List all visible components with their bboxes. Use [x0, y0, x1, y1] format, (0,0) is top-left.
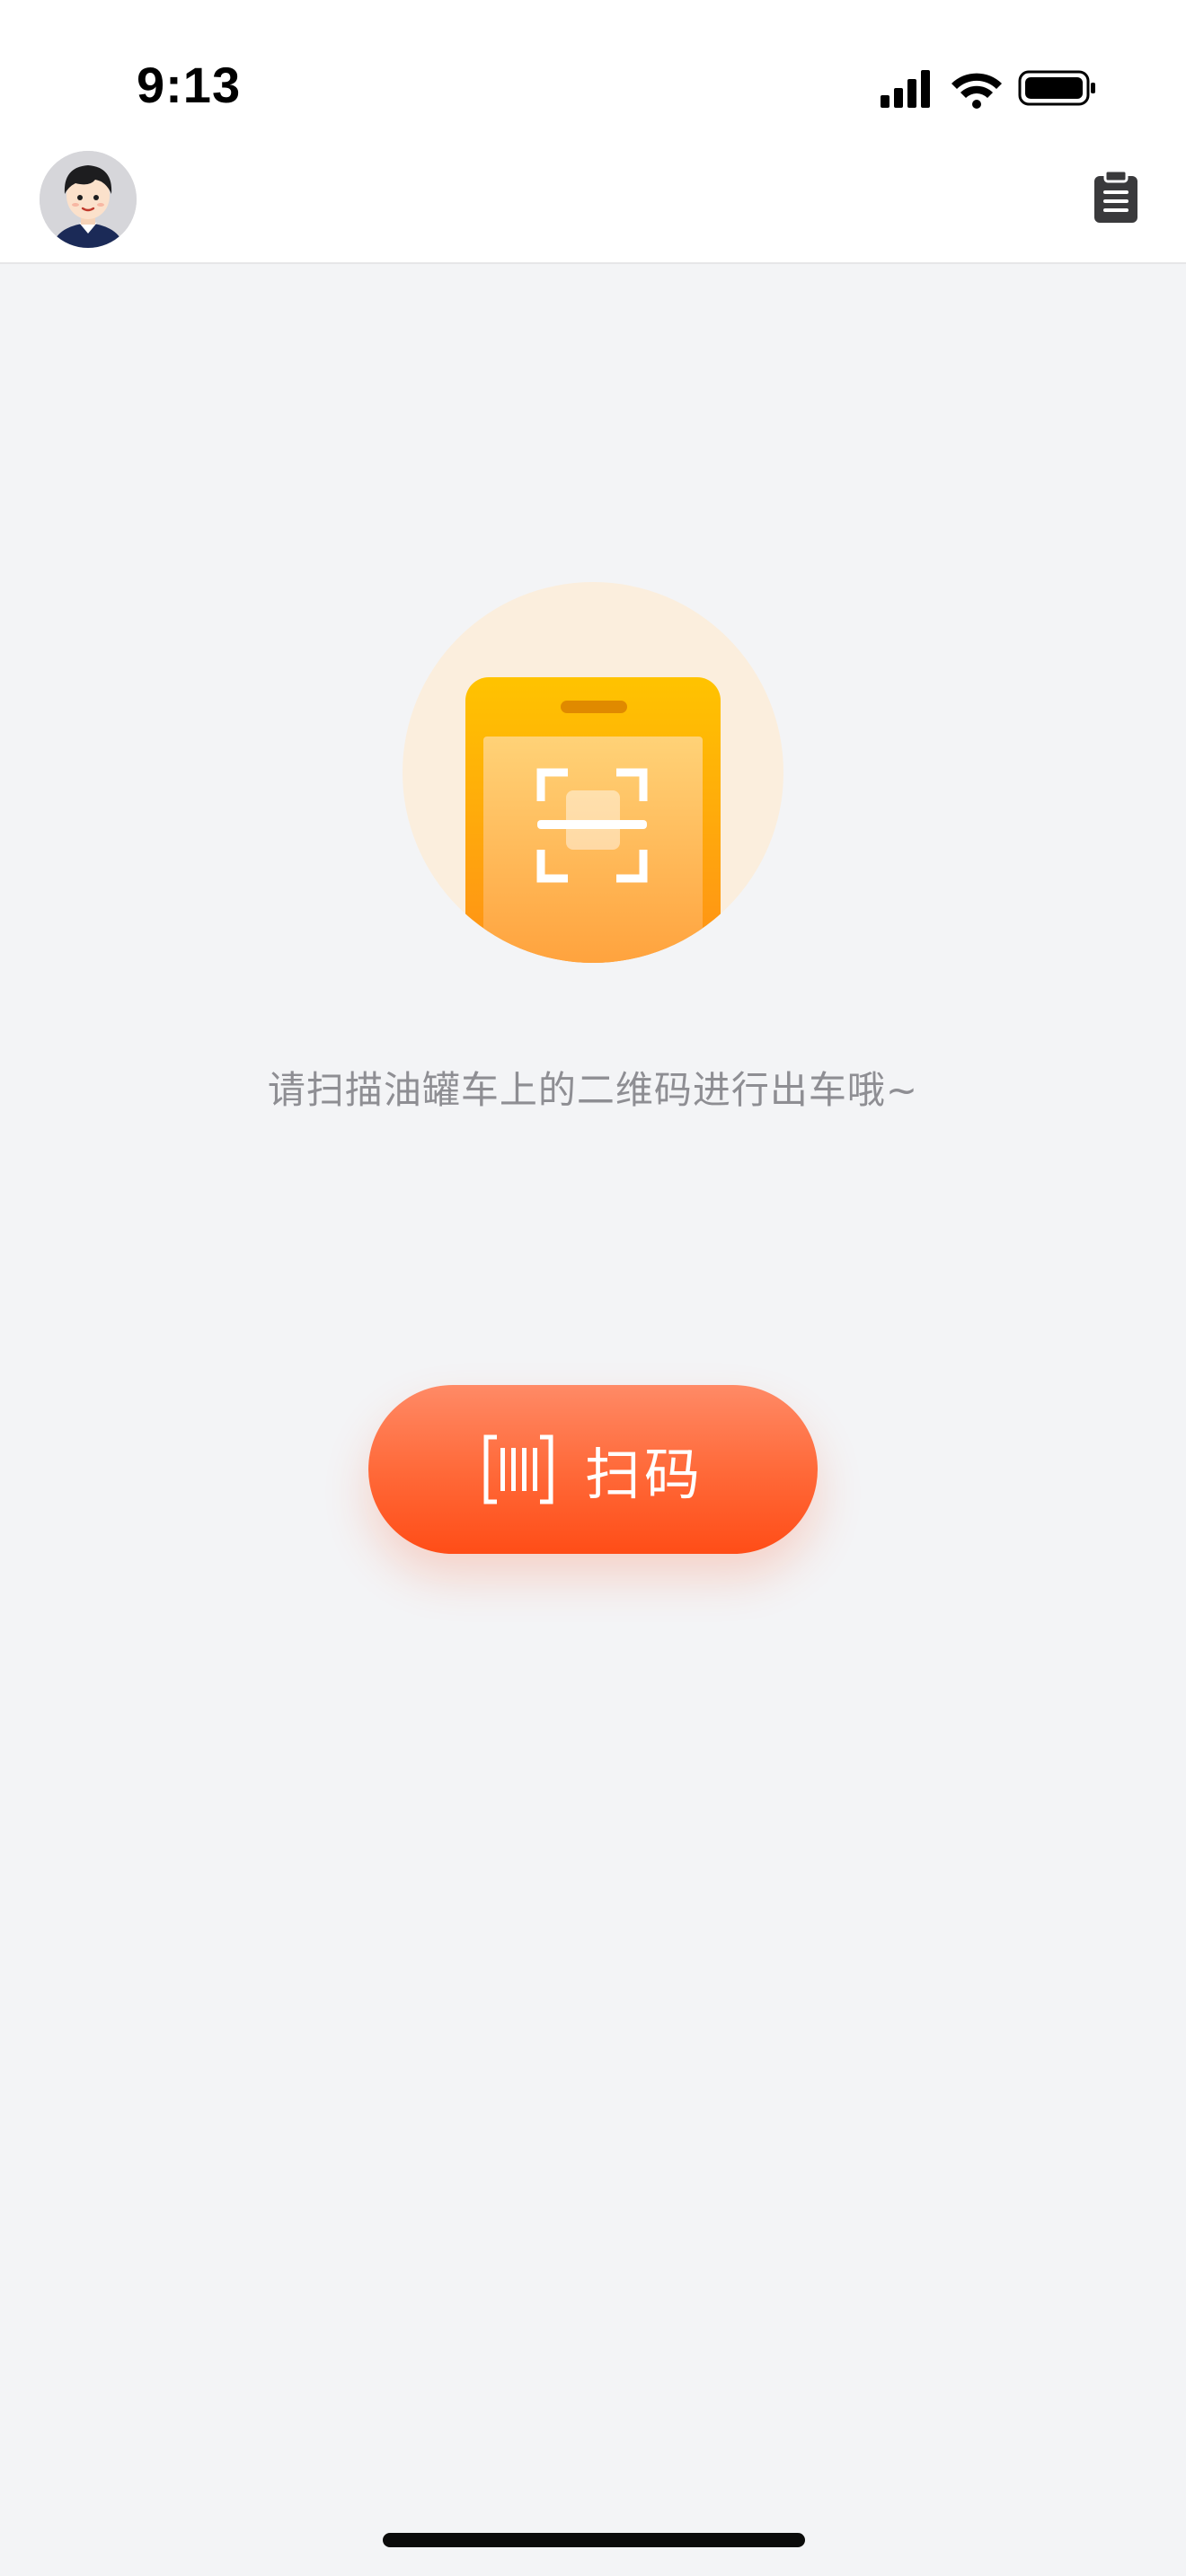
phone-scan-icon	[403, 582, 783, 963]
scan-hint-text: 请扫描油罐车上的二维码进行出车哦~	[267, 1068, 919, 1112]
top-bar: 9:13	[0, 0, 1186, 264]
cellular-signal-icon	[881, 70, 930, 108]
status-icons	[881, 70, 1095, 109]
scan-button-label: 扫码	[584, 1442, 704, 1507]
user-avatar[interactable]	[40, 151, 137, 248]
home-indicator	[383, 2533, 805, 2547]
wifi-icon	[951, 73, 1002, 109]
barcode-scan-icon	[483, 1434, 553, 1504]
status-time: 9:13	[137, 57, 242, 113]
clipboard-list-icon	[1094, 169, 1137, 223]
avatar-illustration	[40, 151, 137, 248]
scan-button[interactable]: 扫码	[368, 1385, 818, 1554]
record-list-button[interactable]	[1091, 169, 1141, 225]
battery-icon	[1018, 70, 1095, 106]
